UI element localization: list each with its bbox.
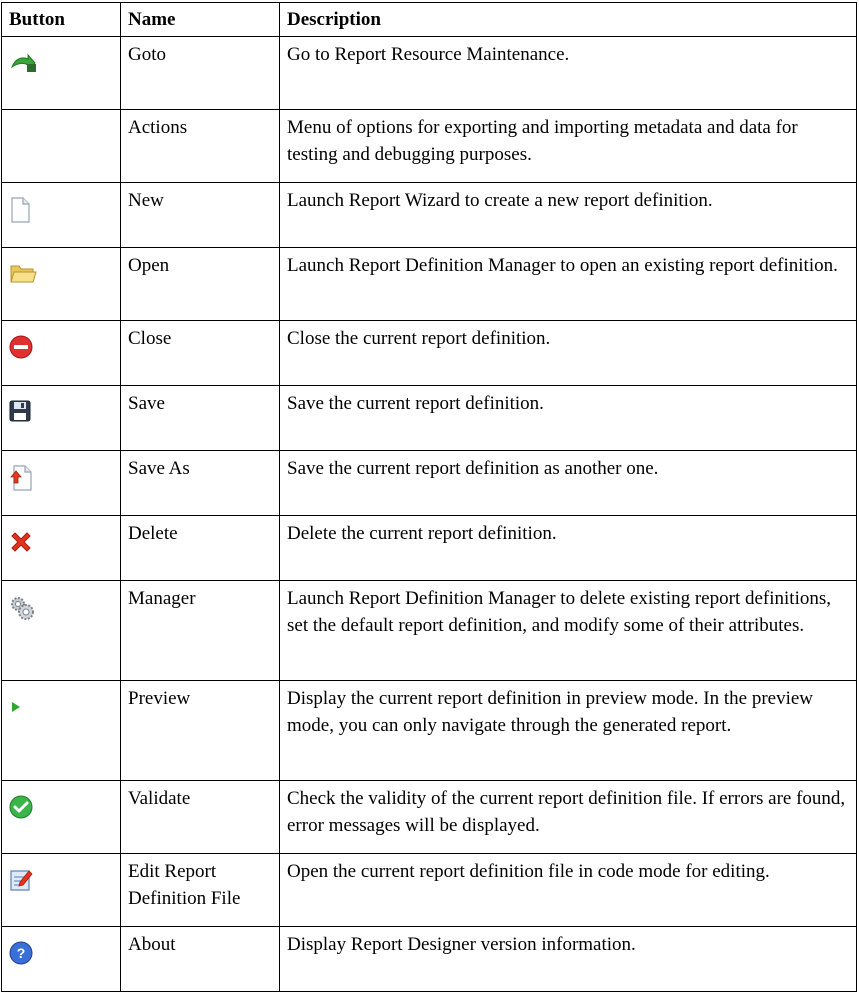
table-row: Delete Delete the current report definit… bbox=[1, 515, 857, 581]
button-description: Display the current report definition in… bbox=[279, 680, 857, 781]
button-cell bbox=[1, 580, 121, 681]
button-name: New bbox=[120, 182, 280, 248]
open-folder-icon[interactable] bbox=[9, 262, 37, 292]
new-document-icon[interactable] bbox=[9, 197, 31, 231]
button-description: Close the current report definition. bbox=[279, 320, 857, 386]
button-description: Launch Report Definition Manager to open… bbox=[279, 247, 857, 321]
table-row: Edit Report Definition File Open the cur… bbox=[1, 853, 857, 927]
help-icon[interactable]: ? bbox=[9, 941, 33, 973]
button-name: Delete bbox=[120, 515, 280, 581]
table-row: Preview Display the current report defin… bbox=[1, 680, 857, 781]
button-cell bbox=[1, 780, 121, 854]
button-description: Open the current report definition file … bbox=[279, 853, 857, 927]
button-cell bbox=[1, 853, 121, 927]
button-name: Open bbox=[120, 247, 280, 321]
table-row: ? About Display Report Designer version … bbox=[1, 926, 857, 992]
table-row: Save As Save the current report definiti… bbox=[1, 450, 857, 516]
button-name: Actions bbox=[120, 109, 280, 183]
button-description: Go to Report Resource Maintenance. bbox=[279, 36, 857, 110]
button-description: Display Report Designer version informat… bbox=[279, 926, 857, 992]
button-cell bbox=[1, 182, 121, 248]
button-description: Save the current report definition. bbox=[279, 385, 857, 451]
button-name: About bbox=[120, 926, 280, 992]
button-name: Validate bbox=[120, 780, 280, 854]
button-name: Manager bbox=[120, 580, 280, 681]
button-name: Edit Report Definition File bbox=[120, 853, 280, 927]
table-header-row: Button Name Description bbox=[1, 2, 857, 37]
table-row: New Launch Report Wizard to create a new… bbox=[1, 182, 857, 248]
table-row: Close Close the current report definitio… bbox=[1, 320, 857, 386]
button-description: Save the current report definition as an… bbox=[279, 450, 857, 516]
table-row: Save Save the current report definition. bbox=[1, 385, 857, 451]
delete-icon[interactable] bbox=[9, 530, 33, 562]
button-description: Launch Report Wizard to create a new rep… bbox=[279, 182, 857, 248]
save-icon[interactable] bbox=[9, 400, 31, 430]
header-description: Description bbox=[279, 2, 857, 37]
table-row: Open Launch Report Definition Manager to… bbox=[1, 247, 857, 321]
button-cell bbox=[1, 680, 121, 781]
button-cell bbox=[1, 36, 121, 110]
close-icon[interactable] bbox=[9, 335, 33, 367]
header-button: Button bbox=[1, 2, 121, 37]
svg-text:?: ? bbox=[17, 945, 26, 961]
table-row: Goto Go to Report Resource Maintenance. bbox=[1, 36, 857, 110]
button-description: Delete the current report definition. bbox=[279, 515, 857, 581]
button-cell bbox=[1, 450, 121, 516]
button-cell bbox=[1, 515, 121, 581]
button-cell bbox=[1, 109, 121, 183]
header-name: Name bbox=[120, 2, 280, 37]
button-name: Close bbox=[120, 320, 280, 386]
goto-arrow-icon[interactable] bbox=[9, 51, 37, 81]
button-description: Check the validity of the current report… bbox=[279, 780, 857, 854]
button-name: Save bbox=[120, 385, 280, 451]
table-row: Manager Launch Report Definition Manager… bbox=[1, 580, 857, 681]
edit-file-icon[interactable] bbox=[9, 868, 33, 900]
save-as-icon[interactable] bbox=[9, 465, 33, 499]
button-name: Goto bbox=[120, 36, 280, 110]
button-reference-table: Button Name Description Goto Go to Repor… bbox=[1, 2, 857, 992]
validate-check-icon[interactable] bbox=[9, 795, 33, 827]
gears-icon[interactable] bbox=[9, 595, 35, 629]
button-name: Preview bbox=[120, 680, 280, 781]
table-row: Validate Check the validity of the curre… bbox=[1, 780, 857, 854]
button-cell bbox=[1, 385, 121, 451]
button-name: Save As bbox=[120, 450, 280, 516]
button-description: Menu of options for exporting and import… bbox=[279, 109, 857, 183]
button-cell bbox=[1, 320, 121, 386]
table-row: Actions Menu of options for exporting an… bbox=[1, 109, 857, 183]
button-cell bbox=[1, 247, 121, 321]
button-description: Launch Report Definition Manager to dele… bbox=[279, 580, 857, 681]
button-cell: ? bbox=[1, 926, 121, 992]
play-icon[interactable] bbox=[9, 695, 23, 722]
